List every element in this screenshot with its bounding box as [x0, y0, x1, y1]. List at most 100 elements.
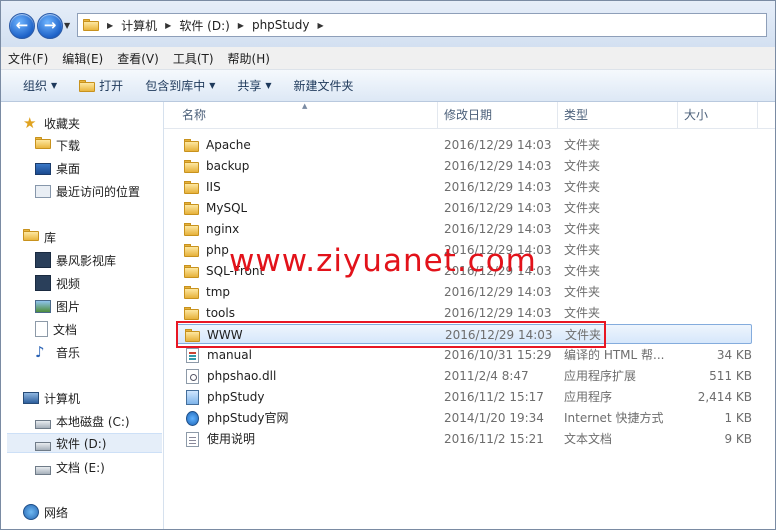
file-row[interactable]: MySQL 2016/12/29 14:03 文件夹	[176, 198, 752, 218]
file-date: 2016/11/2 15:21	[444, 432, 544, 446]
folder-icon	[184, 138, 200, 152]
file-row[interactable]: IIS 2016/12/29 14:03 文件夹	[176, 177, 752, 197]
drive-icon	[35, 465, 51, 475]
system-drive-icon	[35, 419, 51, 429]
file-type: 文件夹	[564, 243, 601, 257]
menu-edit[interactable]: 编辑(E)	[55, 50, 110, 67]
column-size[interactable]: 大小	[678, 102, 758, 128]
file-date: 2016/12/29 14:03	[444, 180, 552, 194]
file-row[interactable]: tools 2016/12/29 14:03 文件夹	[176, 303, 752, 323]
breadcrumb-arrow-icon[interactable]: ▶	[235, 21, 247, 30]
file-name-cell: phpStudy官网	[184, 408, 289, 428]
file-name: MySQL	[206, 201, 248, 215]
nav-favorites[interactable]: ★ 收藏夹	[23, 112, 185, 134]
computer-icon	[23, 392, 39, 404]
file-name: manual	[207, 348, 252, 362]
file-date: 2014/1/20 19:34	[444, 411, 544, 425]
file-type: 文件夹	[564, 264, 601, 278]
dll-file-icon	[186, 368, 199, 384]
file-list-pane: 名称 ▲ 修改日期 类型 大小 Apache 2016/12/29 14:03 文件…	[164, 102, 775, 529]
open-label: 打开	[99, 79, 124, 93]
folder-icon	[184, 243, 200, 257]
nav-label: 图片	[56, 299, 81, 314]
file-size: 511 KB	[709, 369, 752, 383]
file-type: 文本文档	[564, 432, 613, 446]
file-name: Apache	[206, 138, 251, 152]
document-icon	[35, 321, 48, 337]
sort-ascending-icon: ▲	[302, 102, 308, 110]
file-date: 2016/12/29 14:03	[444, 138, 552, 152]
share-button[interactable]: 共享 ▼	[226, 77, 282, 94]
breadcrumb-computer[interactable]: 计算机	[116, 17, 162, 34]
folder-icon	[184, 306, 200, 320]
file-name: nginx	[206, 222, 240, 236]
file-date: 2016/12/29 14:03	[444, 306, 552, 320]
menu-file[interactable]: 文件(F)	[1, 50, 55, 67]
file-type: 文件夹	[564, 222, 601, 236]
video-icon	[35, 275, 51, 291]
breadcrumb-phpstudy[interactable]: phpStudy	[247, 18, 315, 32]
file-name-cell: phpStudy	[184, 387, 265, 407]
file-row[interactable]: manual 2016/10/31 15:29 编译的 HTML 帮... 34 KB	[176, 345, 752, 365]
address-bar[interactable]: ▶ 计算机 ▶ 软件 (D:) ▶ phpStudy ▶	[77, 13, 767, 37]
file-size	[672, 135, 752, 155]
file-row[interactable]: nginx 2016/12/29 14:03 文件夹	[176, 219, 752, 239]
file-name-cell: nginx	[184, 219, 239, 239]
nav-computer[interactable]: 计算机	[23, 387, 185, 409]
column-type[interactable]: 类型	[558, 102, 678, 128]
html-file-icon	[186, 347, 199, 363]
file-row[interactable]: WWW 2016/12/29 14:03 文件夹	[176, 324, 752, 344]
watermark-text: www.ziyuanet.com	[229, 243, 537, 279]
menu-view[interactable]: 查看(V)	[110, 50, 166, 67]
include-in-library-button[interactable]: 包含到库中 ▼	[134, 77, 226, 94]
file-size: 1 KB	[724, 411, 752, 425]
file-row[interactable]: tmp 2016/12/29 14:03 文件夹	[176, 282, 752, 302]
breadcrumb-arrow-icon[interactable]: ▶	[314, 21, 326, 30]
file-row[interactable]: phpStudy 2016/11/2 15:17 应用程序 2,414 KB	[176, 387, 752, 407]
file-name-cell: manual	[184, 345, 252, 365]
file-date: 2016/12/29 14:03	[444, 201, 552, 215]
file-size	[672, 240, 752, 260]
file-name: IIS	[206, 180, 221, 194]
file-size	[671, 325, 751, 345]
share-label: 共享	[237, 79, 262, 93]
forward-button[interactable]: →	[37, 13, 63, 39]
file-row[interactable]: phpStudy官网 2014/1/20 19:34 Internet 快捷方式 1 …	[176, 408, 752, 428]
nav-drive-d[interactable]: 软件 (D:)	[7, 433, 162, 453]
menu-help[interactable]: 帮助(H)	[221, 50, 277, 67]
back-button[interactable]: ←	[9, 13, 35, 39]
file-type: 文件夹	[565, 328, 602, 342]
breadcrumb-arrow-icon[interactable]: ▶	[162, 21, 174, 30]
new-folder-button[interactable]: 新建文件夹	[283, 77, 365, 94]
file-date: 2016/10/31 15:29	[444, 348, 552, 362]
file-size: 34 KB	[716, 348, 752, 362]
column-date[interactable]: 修改日期	[438, 102, 558, 128]
folder-icon	[184, 222, 200, 236]
open-button[interactable]: 打开	[68, 77, 134, 94]
library-icon	[23, 229, 39, 245]
menu-tools[interactable]: 工具(T)	[166, 50, 221, 67]
file-type: 应用程序扩展	[564, 369, 637, 383]
file-size	[672, 303, 752, 323]
recent-pages-dropdown-icon[interactable]: ▼	[64, 21, 74, 31]
organize-button[interactable]: 组织 ▼	[1, 77, 68, 94]
nav-network[interactable]: 网络	[23, 501, 185, 523]
web-file-icon	[186, 410, 199, 426]
breadcrumb-arrow-icon[interactable]: ▶	[104, 21, 116, 30]
file-name-cell: phpshao.dll	[184, 366, 276, 386]
nav-libraries[interactable]: 库	[23, 226, 185, 248]
file-size: 9 KB	[724, 432, 752, 446]
file-name-cell: MySQL	[184, 198, 247, 218]
network-icon	[23, 504, 39, 520]
folder-icon	[184, 159, 200, 173]
file-row[interactable]: 使用说明 2016/11/2 15:21 文本文档 9 KB	[176, 429, 752, 449]
file-row[interactable]: backup 2016/12/29 14:03 文件夹	[176, 156, 752, 176]
address-folder-icon	[78, 19, 104, 31]
nav-label: 桌面	[56, 161, 81, 176]
open-folder-icon	[79, 79, 96, 92]
file-size	[672, 282, 752, 302]
breadcrumb-drive-d[interactable]: 软件 (D:)	[174, 17, 234, 34]
file-row[interactable]: phpshao.dll 2011/2/4 8:47 应用程序扩展 511 KB	[176, 366, 752, 386]
file-row[interactable]: Apache 2016/12/29 14:03 文件夹	[176, 135, 752, 155]
chevron-down-icon: ▼	[51, 81, 58, 90]
